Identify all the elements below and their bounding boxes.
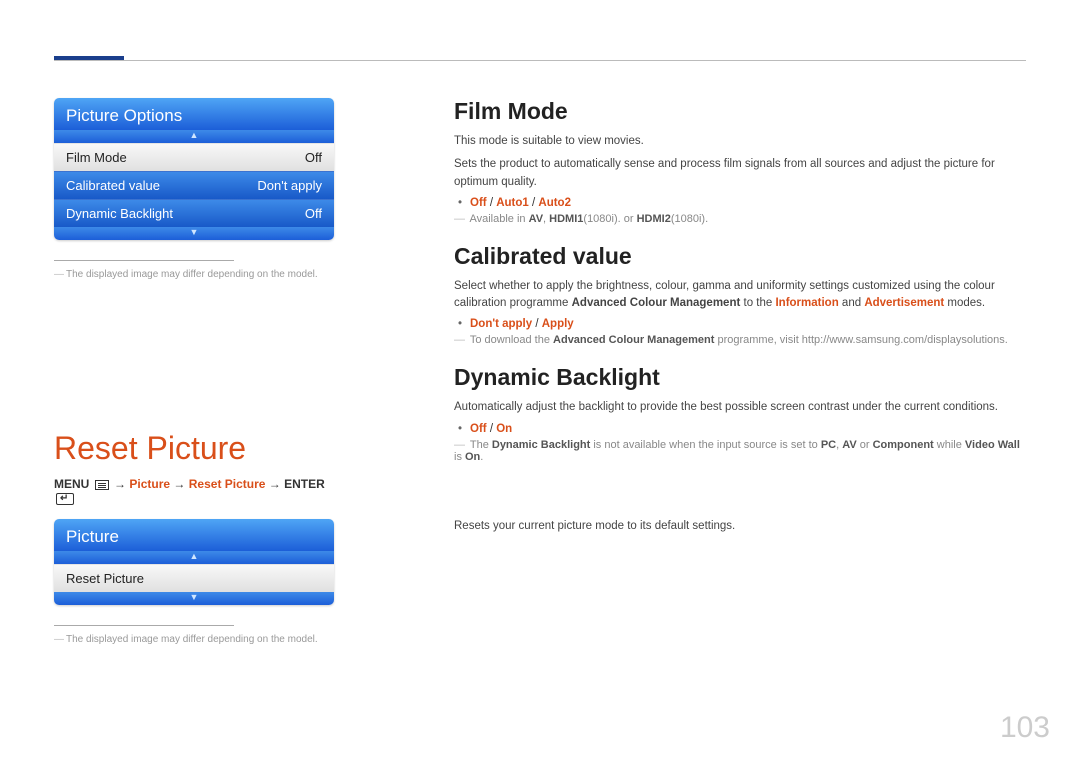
option-off: Off <box>470 423 487 435</box>
breadcrumb-menu: MENU <box>54 477 89 491</box>
option-row-calibrated[interactable]: Calibrated value Don't apply <box>54 171 334 199</box>
option-label: Calibrated value <box>66 178 160 193</box>
option-off: Off <box>470 197 487 209</box>
option-row-film-mode[interactable]: Film Mode Off <box>54 143 334 171</box>
option-label: Film Mode <box>66 150 127 165</box>
scroll-up-icon <box>54 130 334 143</box>
option-label: Dynamic Backlight <box>66 206 173 221</box>
calibrated-options: Don't apply / Apply <box>470 318 1024 330</box>
right-column: Film Mode This mode is suitable to view … <box>454 98 1024 541</box>
dynamic-note: The Dynamic Backlight is not available w… <box>454 439 1024 463</box>
reset-desc: Resets your current picture mode to its … <box>454 518 1024 535</box>
reset-picture-heading: Reset Picture <box>54 430 334 467</box>
breadcrumb-picture: Picture <box>129 477 170 491</box>
page-number: 103 <box>1000 711 1050 745</box>
enter-icon <box>56 493 74 505</box>
breadcrumb-enter: ENTER <box>284 477 325 491</box>
footnote-text: The displayed image may differ depending… <box>54 634 334 645</box>
film-mode-options: Off / Auto1 / Auto2 <box>470 197 1024 209</box>
calibrated-heading: Calibrated value <box>454 243 1024 270</box>
option-row-reset-picture[interactable]: Reset Picture <box>54 564 334 592</box>
option-value: Don't apply <box>257 178 322 193</box>
option-auto1: Auto1 <box>496 197 529 209</box>
separator <box>54 625 234 626</box>
menu-breadcrumb: MENU → Picture → Reset Picture → ENTER <box>54 477 334 505</box>
option-on: On <box>496 423 512 435</box>
menu-icon <box>95 480 109 490</box>
option-apply: Apply <box>542 318 574 330</box>
scroll-down-icon <box>54 592 334 605</box>
calibrated-desc: Select whether to apply the brightness, … <box>454 278 1024 313</box>
separator <box>54 260 234 261</box>
header-rule <box>54 60 1026 61</box>
calibrated-note: To download the Advanced Colour Manageme… <box>454 334 1024 346</box>
option-auto2: Auto2 <box>538 197 571 209</box>
film-mode-note: Available in AV, HDMI1(1080i). or HDMI2(… <box>454 213 1024 225</box>
option-value: Off <box>305 206 322 221</box>
option-label: Reset Picture <box>66 571 144 586</box>
breadcrumb-arrow: → <box>114 477 126 491</box>
dynamic-options: Off / On <box>470 423 1024 435</box>
scroll-down-icon <box>54 227 334 240</box>
footnote-text: The displayed image may differ depending… <box>54 269 334 280</box>
panel-title: Picture <box>54 519 334 551</box>
scroll-up-icon <box>54 551 334 564</box>
option-value: Off <box>305 150 322 165</box>
left-column: Picture Options Film Mode Off Calibrated… <box>54 98 334 645</box>
option-dont-apply: Don't apply <box>470 318 532 330</box>
option-row-dynamic-backlight[interactable]: Dynamic Backlight Off <box>54 199 334 227</box>
film-mode-desc-1: This mode is suitable to view movies. <box>454 133 1024 150</box>
breadcrumb-reset-picture: Reset Picture <box>189 477 266 491</box>
breadcrumb-arrow: → <box>173 477 185 491</box>
dynamic-heading: Dynamic Backlight <box>454 364 1024 391</box>
breadcrumb-arrow: → <box>269 477 281 491</box>
picture-options-panel: Picture Options Film Mode Off Calibrated… <box>54 98 334 240</box>
dynamic-desc: Automatically adjust the backlight to pr… <box>454 399 1024 416</box>
picture-panel: Picture Reset Picture <box>54 519 334 605</box>
panel-title: Picture Options <box>54 98 334 130</box>
film-mode-heading: Film Mode <box>454 98 1024 125</box>
film-mode-desc-2: Sets the product to automatically sense … <box>454 156 1024 191</box>
